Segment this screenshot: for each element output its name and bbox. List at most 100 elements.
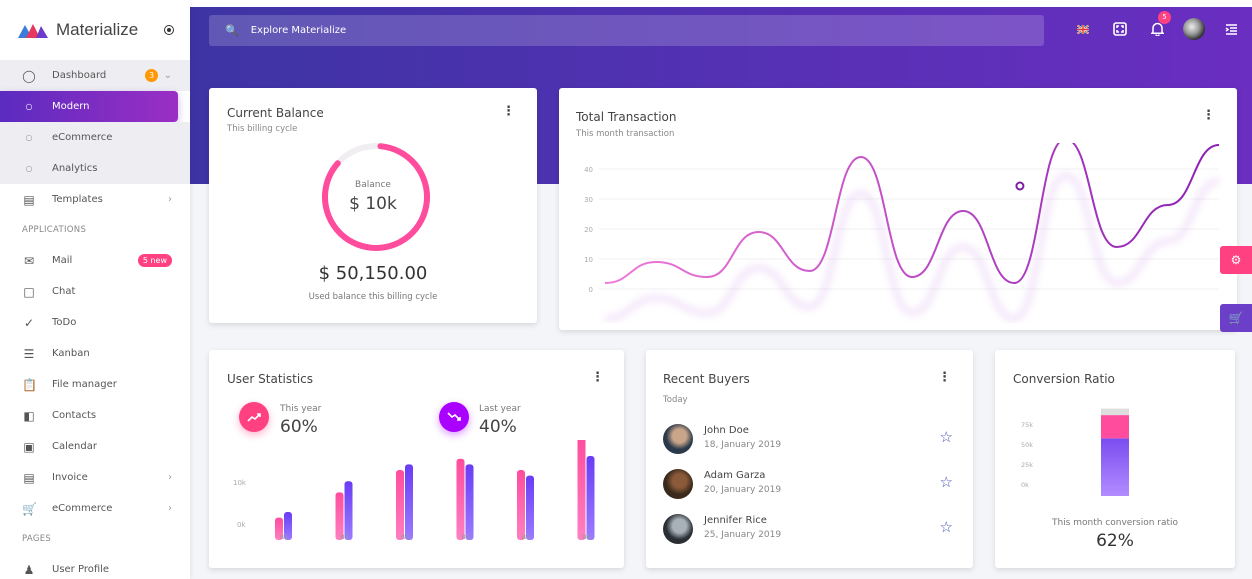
bar-last-year bbox=[586, 456, 595, 540]
buyer-row[interactable]: Jennifer Rice 25, January 2019 ☆ bbox=[663, 512, 953, 546]
card-title: Total Transaction bbox=[576, 110, 677, 124]
last-year-label: Last year bbox=[479, 404, 521, 414]
sidebar-item-ecommerce-dashboard[interactable]: ○ eCommerce bbox=[0, 122, 190, 153]
contacts-icon: ◧ bbox=[23, 408, 35, 423]
card-title: Conversion Ratio bbox=[1013, 372, 1115, 386]
sidebar-item-chat[interactable]: □ Chat bbox=[0, 276, 190, 307]
sidebar-item-file-manager[interactable]: 📋 File manager bbox=[0, 369, 190, 400]
sidebar-item-templates[interactable]: ▤ Templates › bbox=[0, 184, 190, 215]
avatar bbox=[663, 469, 693, 499]
balance-caption: Used balance this billing cycle bbox=[308, 292, 438, 302]
star-icon[interactable]: ☆ bbox=[940, 428, 953, 446]
star-icon[interactable]: ☆ bbox=[940, 473, 953, 491]
user-statistics-bar-chart: 10k 0k B1 B2 B3 B4 B5 B6 bbox=[233, 440, 595, 541]
card-title: Recent Buyers bbox=[663, 372, 750, 386]
fullscreen-icon[interactable] bbox=[1109, 18, 1131, 40]
y-tick-label: 0 bbox=[589, 286, 593, 294]
conversion-caption: This month conversion ratio bbox=[1051, 518, 1179, 528]
x-tick-label: B4 bbox=[461, 533, 470, 541]
sidebar-item-dashboard[interactable]: ◯ Dashboard 3 ⌄ bbox=[0, 60, 190, 91]
balance-amount: $ 50,150.00 bbox=[318, 263, 428, 284]
data-point-marker bbox=[1015, 181, 1025, 191]
circle-icon: ○ bbox=[25, 102, 33, 111]
avatar bbox=[663, 424, 693, 454]
buyer-row[interactable]: Adam Garza 20, January 2019 ☆ bbox=[663, 467, 953, 501]
materialize-logo bbox=[18, 24, 48, 38]
sidebar-item-analytics[interactable]: ○ Analytics bbox=[0, 153, 190, 184]
transaction-line bbox=[604, 143, 1220, 285]
buyer-row[interactable]: John Doe 18, January 2019 ☆ bbox=[663, 422, 953, 456]
sidebar-item-ecommerce[interactable]: 🛒 eCommerce › bbox=[0, 493, 190, 524]
dashboard-badge: 3 bbox=[145, 69, 158, 82]
buyer-name: Adam Garza bbox=[704, 470, 766, 481]
flag-icon[interactable] bbox=[1072, 18, 1094, 40]
sidebar-item-invoice[interactable]: ▤ Invoice › bbox=[0, 462, 190, 493]
circle-icon: ○ bbox=[25, 164, 33, 173]
sidebar-item-mail[interactable]: ✉ Mail 5 new bbox=[0, 245, 190, 276]
star-icon[interactable]: ☆ bbox=[940, 518, 953, 536]
x-tick-label: B1 bbox=[280, 533, 289, 541]
notification-badge: 5 bbox=[1158, 11, 1171, 24]
header-icons: 5 bbox=[1072, 11, 1242, 40]
calendar-icon: ▣ bbox=[23, 439, 35, 454]
brand-name: Materialize bbox=[56, 20, 139, 39]
mail-badge: 5 new bbox=[137, 254, 172, 267]
more-vert-icon[interactable]: ⋮ bbox=[938, 370, 951, 385]
sidebar-item-kanban[interactable]: ☰ Kanban bbox=[0, 338, 190, 369]
y-tick-label: 75k bbox=[1021, 421, 1033, 429]
sidebar-item-user-profile[interactable]: ♟ User Profile bbox=[0, 554, 190, 579]
more-vert-icon[interactable]: ⋮ bbox=[591, 370, 604, 385]
sidebar-collapse-toggle[interactable] bbox=[164, 25, 174, 35]
sidebar-item-label: User Profile bbox=[52, 564, 110, 575]
last-year-value: 40% bbox=[479, 417, 517, 437]
user-avatar[interactable] bbox=[1183, 18, 1205, 40]
bar-this-year bbox=[456, 458, 465, 540]
sidebar-item-label: Modern bbox=[52, 101, 90, 112]
menu-toggle-icon[interactable] bbox=[1220, 18, 1242, 40]
y-tick-label: 10k bbox=[233, 479, 247, 487]
sidebar-item-todo[interactable]: ✓ ToDo bbox=[0, 307, 190, 338]
settings-fab[interactable]: ⚙ bbox=[1220, 246, 1252, 274]
more-vert-icon[interactable]: ⋮ bbox=[502, 104, 515, 119]
sidebar-item-calendar[interactable]: ▣ Calendar bbox=[0, 431, 190, 462]
trending-up-icon bbox=[239, 402, 269, 432]
total-transaction-card: Total Transaction This month transaction… bbox=[559, 88, 1237, 330]
conversion-bar-segment bbox=[1101, 415, 1129, 439]
cart-fab[interactable]: 🛒 bbox=[1220, 304, 1252, 332]
brand[interactable]: Materialize bbox=[0, 0, 190, 60]
chevron-right-icon: › bbox=[168, 472, 172, 483]
user-statistics-card: User Statistics ⋮ This year 60% Last yea… bbox=[209, 350, 624, 568]
x-tick-label: B5 bbox=[522, 533, 531, 541]
y-tick-label: 25k bbox=[1021, 461, 1033, 469]
bar-last-year bbox=[344, 481, 353, 540]
this-year-label: This year bbox=[280, 404, 322, 414]
conversion-value: 62% bbox=[1096, 531, 1134, 551]
x-tick-label: B3 bbox=[401, 533, 410, 541]
notifications-icon[interactable]: 5 bbox=[1146, 11, 1171, 40]
check-icon: ✓ bbox=[23, 315, 35, 330]
sidebar-item-label: Analytics bbox=[52, 163, 98, 174]
sidebar-item-modern[interactable]: ○ Modern bbox=[0, 91, 178, 122]
conversion-bar-segment bbox=[1101, 438, 1129, 496]
sidebar-item-label: eCommerce bbox=[52, 503, 113, 514]
conversion-ratio-card: Conversion Ratio 75k 50k 25k 0k This month … bbox=[995, 350, 1235, 568]
sidebar-item-label: Dashboard bbox=[52, 70, 107, 81]
sidebar-item-label: Kanban bbox=[52, 348, 90, 359]
templates-icon: ▤ bbox=[23, 192, 35, 207]
avatar bbox=[663, 514, 693, 544]
section-label-applications: APPLICATIONS bbox=[22, 225, 87, 235]
card-title: User Statistics bbox=[227, 372, 314, 386]
invoice-icon: ▤ bbox=[23, 470, 35, 485]
transaction-line-chart: 40 30 20 10 0 bbox=[584, 143, 1220, 322]
sidebar: Materialize ◯ Dashboard 3 ⌄ ○ Modern ○ e… bbox=[0, 0, 190, 579]
conversion-bar-chart: 75k 50k 25k 0k bbox=[1021, 408, 1129, 496]
cart-icon: 🛒 bbox=[1228, 311, 1244, 325]
y-tick-label: 0k bbox=[237, 521, 246, 529]
more-vert-icon[interactable]: ⋮ bbox=[1202, 108, 1215, 123]
trending-down-icon bbox=[439, 402, 469, 432]
sidebar-item-contacts[interactable]: ◧ Contacts bbox=[0, 400, 190, 431]
bar-this-year bbox=[396, 470, 404, 540]
search-bar[interactable]: 🔍 Explore Materialize bbox=[209, 15, 1044, 46]
sidebar-item-label: Calendar bbox=[52, 441, 97, 452]
balance-ring-value: $ 10k bbox=[349, 194, 397, 214]
